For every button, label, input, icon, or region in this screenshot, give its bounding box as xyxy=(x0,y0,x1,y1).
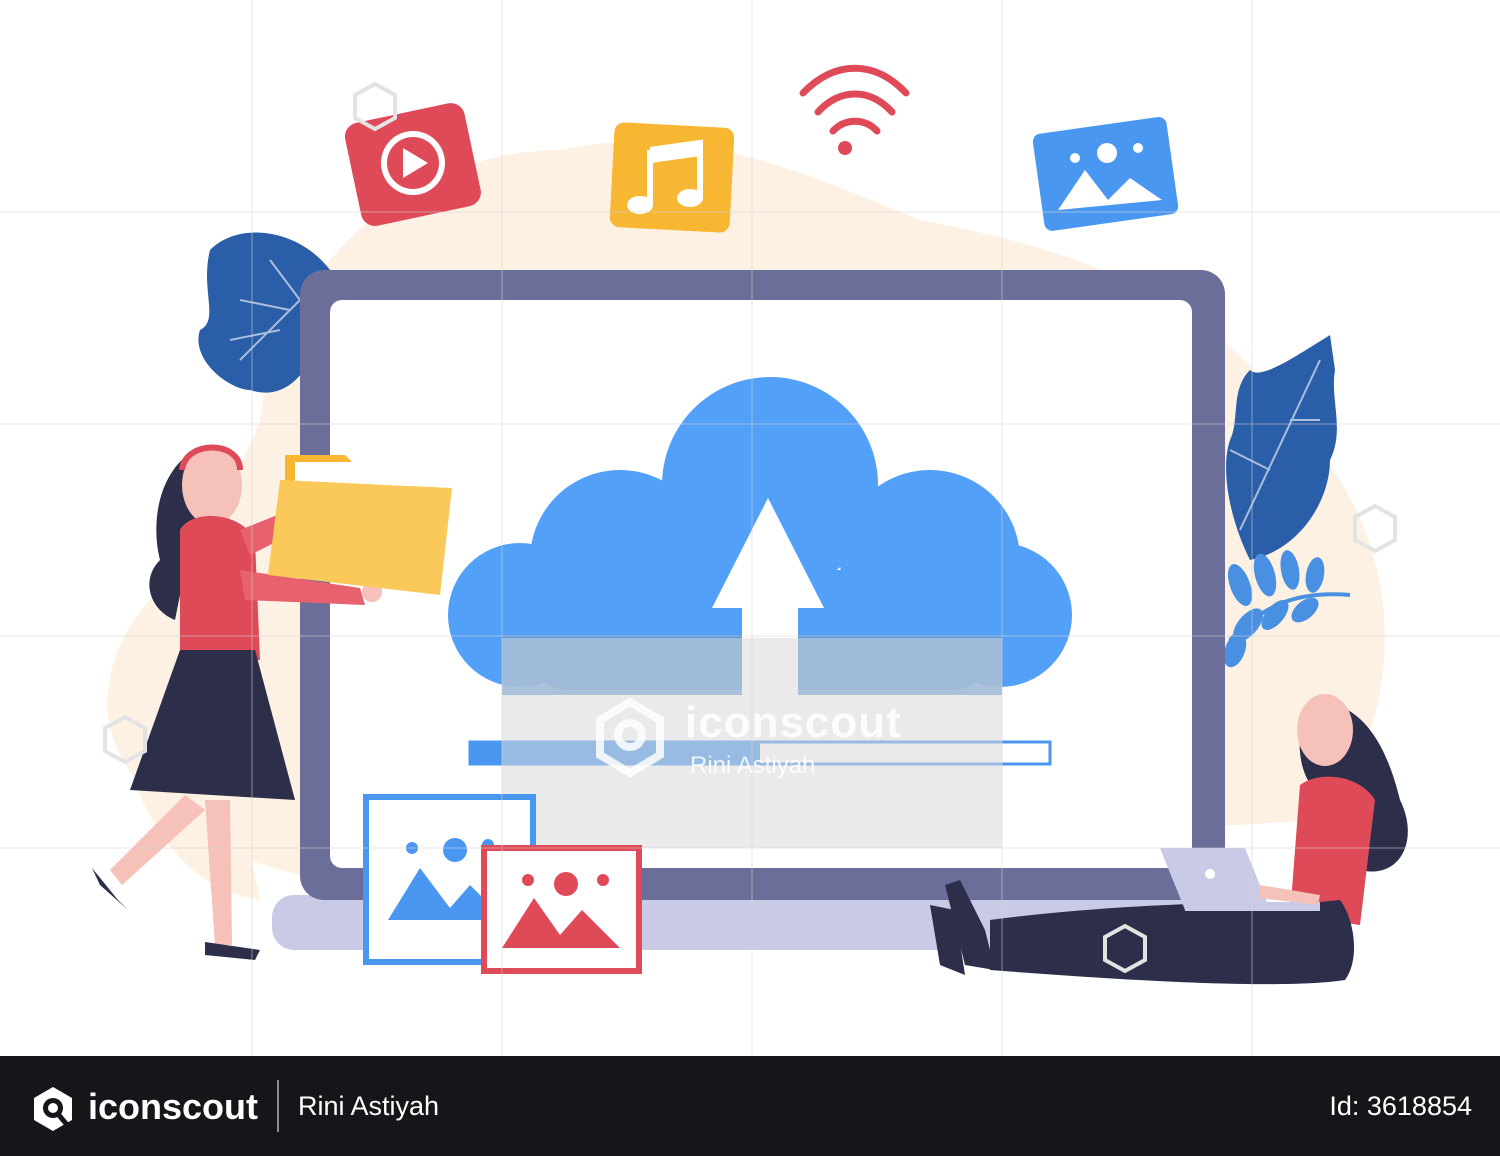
footer-bar: iconscout Rini Astiyah Id: 3618854 xyxy=(0,1056,1500,1156)
image-icon xyxy=(1032,117,1179,231)
watermark-panel xyxy=(502,638,1002,848)
footer-author: Rini Astiyah xyxy=(298,1091,440,1121)
folder-icon xyxy=(268,455,452,595)
footer-brand: iconscout xyxy=(88,1086,259,1127)
footer-divider xyxy=(277,1080,279,1132)
music-note-icon xyxy=(609,122,735,233)
wifi-icon xyxy=(799,64,910,155)
photo-frame-red-icon xyxy=(481,845,642,974)
footer-asset-id: Id: 3618854 xyxy=(1329,1091,1472,1121)
illustration-stage: iconscout Rini Astiyah iconscout Rini As… xyxy=(0,0,1500,1156)
cloud-upload-illustration xyxy=(92,64,1408,985)
iconscout-logo-icon xyxy=(34,1087,72,1131)
